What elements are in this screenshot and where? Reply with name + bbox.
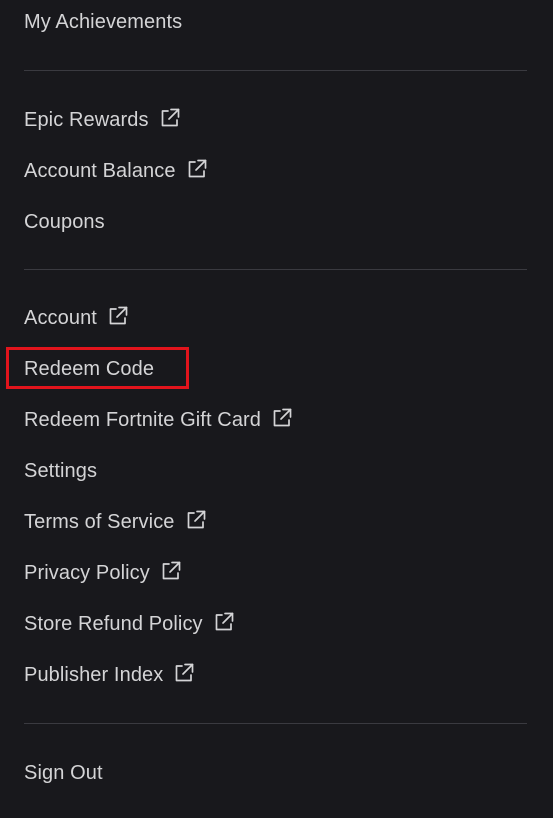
external-link-icon	[160, 560, 182, 582]
menu-item-account[interactable]: Account	[24, 298, 129, 338]
account-dropdown-menu: My Achievements Epic Rewards Account Bal…	[0, 0, 553, 818]
external-link-icon	[173, 662, 195, 684]
menu-item-label: Epic Rewards	[24, 108, 149, 131]
menu-item-settings[interactable]: Settings	[24, 451, 97, 491]
menu-item-label: Coupons	[24, 210, 105, 233]
menu-item-label: Terms of Service	[24, 510, 175, 533]
external-link-icon	[107, 305, 129, 327]
menu-item-epic-rewards[interactable]: Epic Rewards	[24, 100, 181, 140]
menu-item-label: Account Balance	[24, 159, 176, 182]
menu-item-label: Store Refund Policy	[24, 612, 203, 635]
menu-item-coupons[interactable]: Coupons	[24, 202, 105, 242]
menu-item-label: Account	[24, 306, 97, 329]
external-link-icon	[271, 407, 293, 429]
menu-item-label: Sign Out	[24, 761, 103, 784]
menu-item-label: Redeem Fortnite Gift Card	[24, 408, 262, 431]
menu-divider	[24, 269, 527, 270]
menu-divider	[24, 70, 527, 71]
menu-item-account-balance[interactable]: Account Balance	[24, 151, 208, 191]
menu-item-privacy-policy[interactable]: Privacy Policy	[24, 553, 182, 593]
menu-item-store-refund-policy[interactable]: Store Refund Policy	[24, 604, 235, 644]
menu-item-label: Settings	[24, 459, 98, 482]
menu-divider	[24, 723, 527, 724]
external-link-icon	[185, 509, 207, 531]
menu-item-sign-out[interactable]: Sign Out	[24, 753, 103, 793]
redeem-code-highlight-box	[6, 347, 189, 389]
menu-item-terms-of-service[interactable]: Terms of Service	[24, 502, 207, 542]
external-link-icon	[159, 107, 181, 129]
external-link-icon	[186, 158, 208, 180]
menu-item-label: Privacy Policy	[24, 561, 150, 584]
external-link-icon	[213, 611, 235, 633]
menu-item-my-achievements[interactable]: My Achievements	[24, 2, 182, 42]
menu-item-publisher-index[interactable]: Publisher Index	[24, 655, 195, 695]
menu-item-redeem-fortnite-gift-card[interactable]: Redeem Fortnite Gift Card	[24, 400, 293, 440]
menu-item-label: Publisher Index	[24, 663, 164, 686]
menu-item-label: My Achievements	[24, 10, 183, 33]
